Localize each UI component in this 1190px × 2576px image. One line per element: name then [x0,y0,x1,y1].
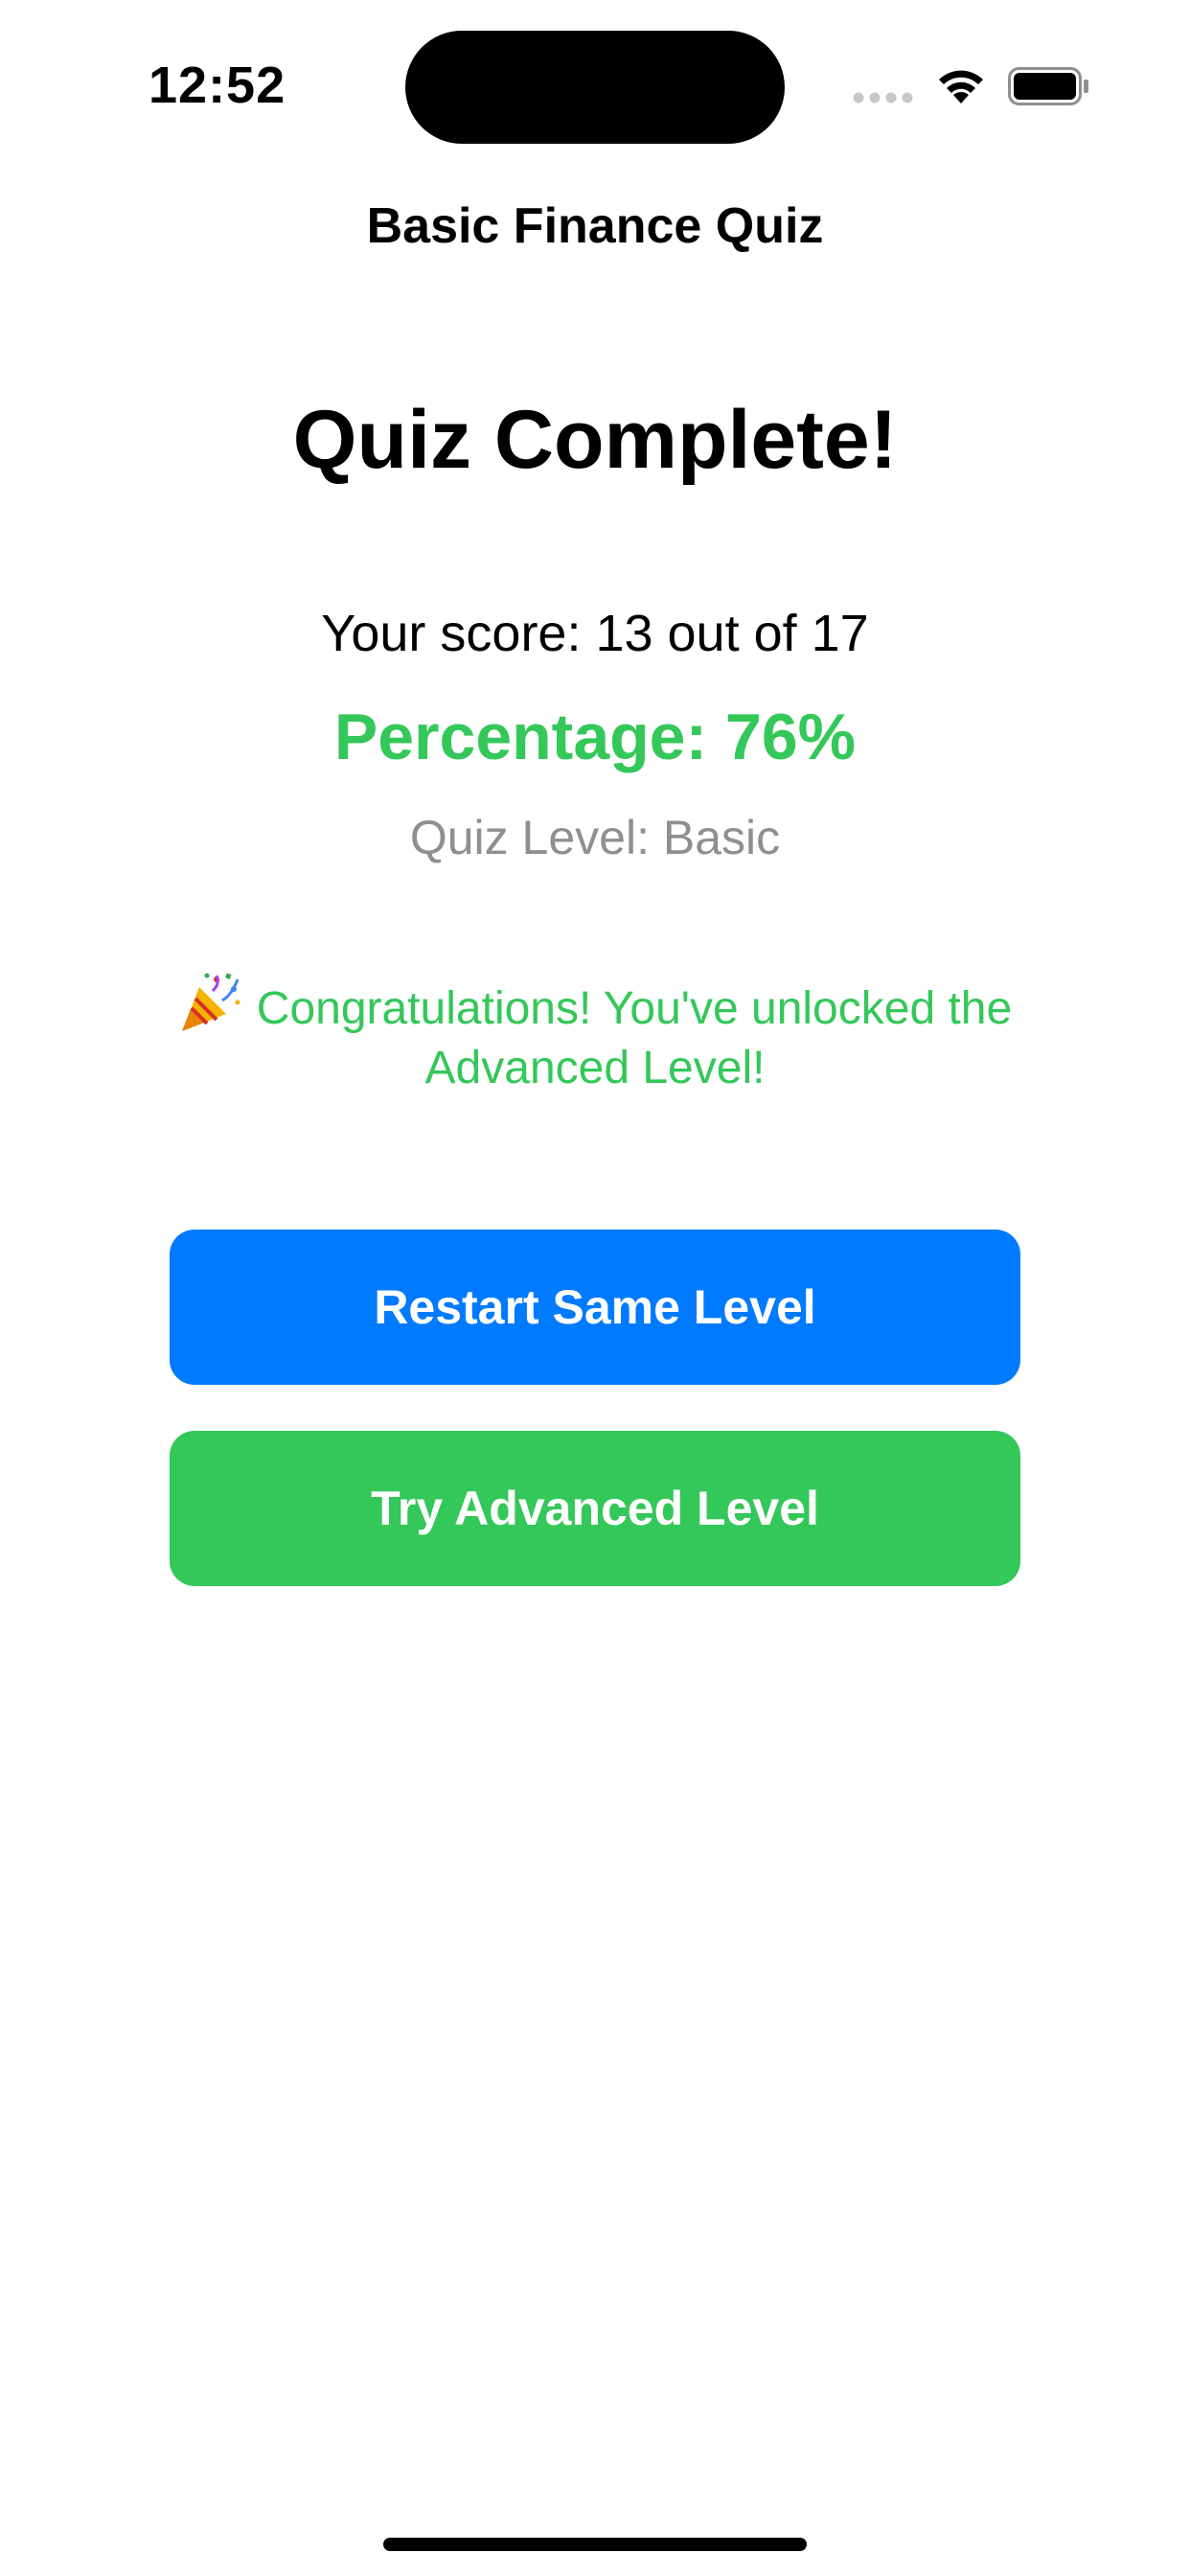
status-time: 12:52 [149,57,286,114]
quiz-complete-heading: Quiz Complete! [292,394,898,486]
cellular-dots-icon [853,92,913,104]
advanced-button-label: Try Advanced Level [371,1482,819,1535]
congrats-message: Congratulations! You've unlocked the Adv… [134,970,1056,1098]
restart-button-label: Restart Same Level [374,1280,816,1334]
score-text: Your score: 13 out of 17 [321,605,869,662]
party-popper-icon [181,973,240,1031]
quiz-level-text: Quiz Level: Basic [409,811,781,864]
percentage-text: Percentage: 76% [333,701,857,773]
try-advanced-level-button[interactable]: Try Advanced Level [170,1431,1020,1586]
home-indicator[interactable] [383,2538,807,2551]
status-bar: 12:52 [0,0,1190,172]
wifi-icon [939,70,983,104]
restart-same-level-button[interactable]: Restart Same Level [170,1230,1020,1385]
battery-icon [1008,67,1088,105]
congrats-text: Congratulations! You've unlocked the Adv… [256,983,1013,1093]
nav-title: Basic Finance Quiz [366,198,824,254]
dynamic-island [405,31,785,144]
